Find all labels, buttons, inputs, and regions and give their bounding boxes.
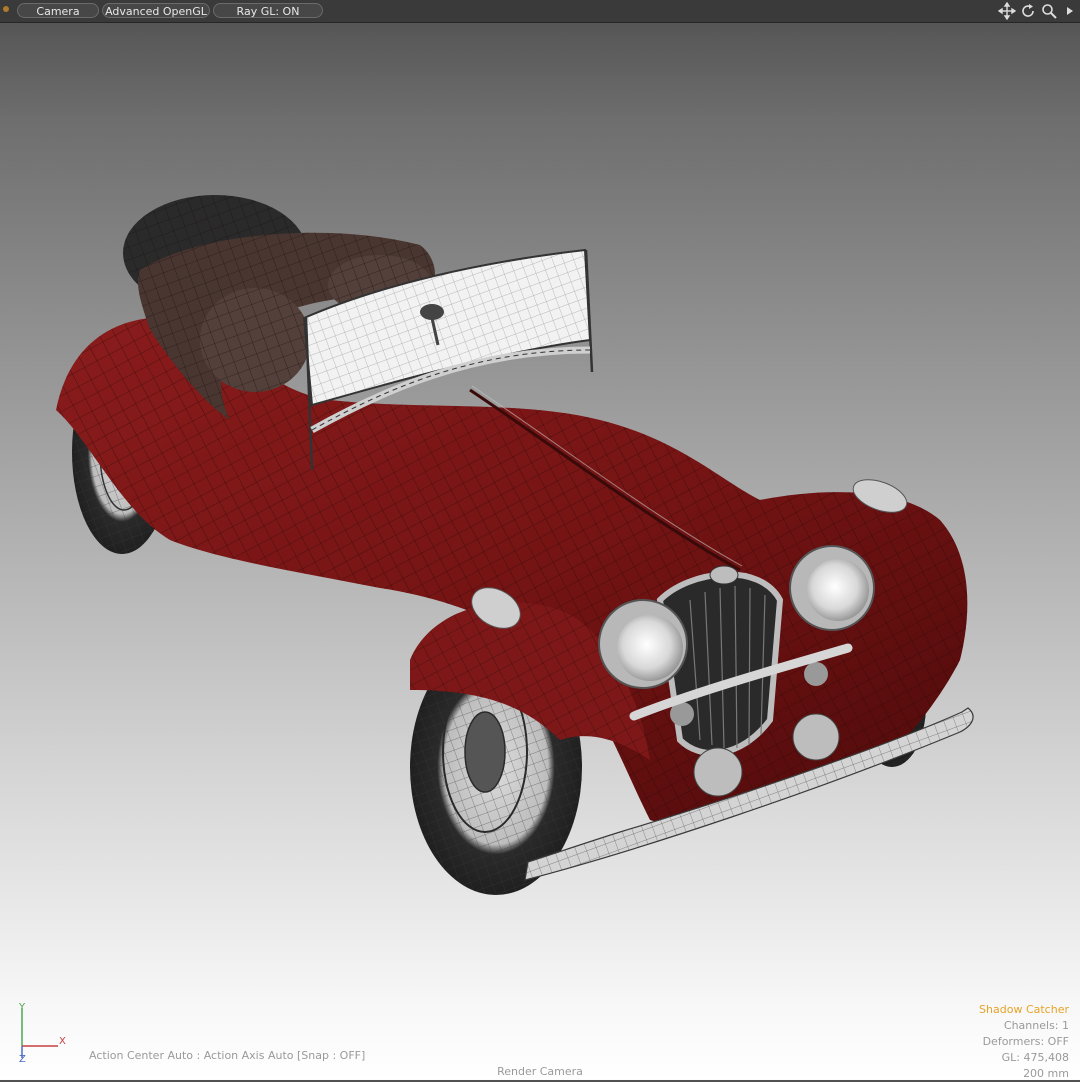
channels-label: Channels: 1 — [1003, 1019, 1069, 1032]
viewport-toolbar: Camera Advanced OpenGL Ray GL: ON — [0, 0, 1080, 23]
viewport-menu-dot[interactable] — [3, 6, 9, 12]
deformers-label: Deformers: OFF — [982, 1035, 1069, 1048]
x-axis-label: X — [59, 1036, 66, 1047]
shadow-catcher-label: Shadow Catcher — [979, 1003, 1069, 1016]
expand-arrow-icon[interactable] — [1061, 2, 1079, 20]
action-center-status: Action Center Auto : Action Axis Auto [S… — [89, 1049, 366, 1062]
y-axis-label: Y — [19, 1002, 26, 1013]
viewport-info-panel: Shadow Catcher Channels: 1 Deformers: OF… — [979, 1002, 1069, 1082]
rotate-view-icon[interactable] — [1019, 2, 1037, 20]
gl-count-label: GL: 475,408 — [1001, 1051, 1069, 1064]
advanced-opengl-button[interactable]: Advanced OpenGL — [102, 3, 210, 18]
z-axis-label: Z — [19, 1054, 26, 1065]
move-view-icon[interactable] — [998, 2, 1016, 20]
zoom-view-icon[interactable] — [1040, 2, 1058, 20]
axis-gizmo: Y X Z — [14, 1002, 74, 1066]
camera-button[interactable]: Camera — [17, 3, 99, 18]
render-camera-label: Render Camera — [497, 1065, 583, 1078]
ray-gl-button[interactable]: Ray GL: ON — [213, 3, 323, 18]
car-render — [56, 195, 974, 895]
3d-viewport[interactable] — [0, 23, 1080, 983]
